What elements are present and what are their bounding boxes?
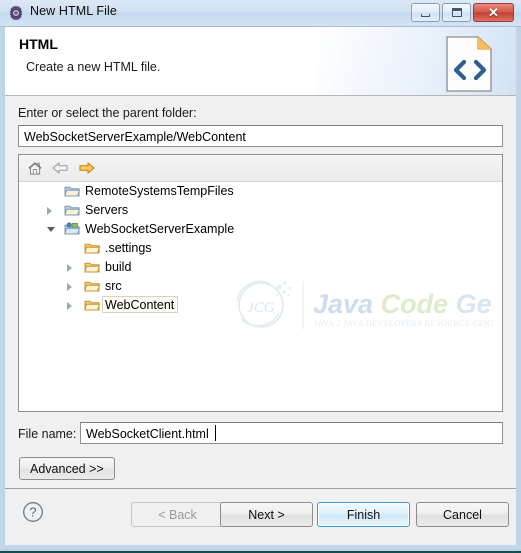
dialog-button-bar: ? < Back Next > Finish Cancel [5,488,516,545]
tree-toolbar [19,155,502,182]
back-arrow-icon [50,159,70,177]
tree-item-build[interactable]: build [19,258,502,277]
window-frame-bottom [0,545,521,553]
tree-item-label: build [105,260,132,274]
dialog-body: Enter or select the parent folder: WebSo… [5,96,516,488]
page-subtitle: Create a new HTML file. [26,60,161,74]
chevron-right-icon[interactable] [47,207,52,215]
folder-icon [84,241,101,255]
page-title: HTML [19,36,58,52]
svg-text:?: ? [30,506,37,520]
minimize-button[interactable] [411,3,440,22]
folder-blue-icon [64,203,81,217]
title-bar: New HTML File ✕ [0,0,521,27]
close-button[interactable]: ✕ [473,3,514,22]
chevron-right-icon[interactable] [67,302,72,310]
maximize-button[interactable] [442,3,471,22]
minimize-icon [412,4,439,21]
maximize-icon [443,4,470,21]
home-icon[interactable] [25,159,45,177]
help-question-icon[interactable]: ? [22,501,44,523]
window-title: New HTML File [30,4,117,18]
tree-item-remotesystemstempfiles[interactable]: RemoteSystemsTempFiles [19,182,502,201]
finish-button[interactable]: Finish [317,502,410,527]
tree-item-label: src [105,279,122,293]
new-html-file-dialog: New HTML File ✕ HTML Create a new HTML f… [0,0,521,553]
project-icon [64,222,81,236]
folder-tree[interactable]: RemoteSystemsTempFiles Servers WebSocketSe… [19,182,502,411]
tree-item-websocketserverexample[interactable]: WebSocketServerExample [19,220,502,239]
gear-icon [8,5,24,21]
html-document-icon [444,35,496,93]
parent-folder-input[interactable] [18,125,503,147]
chevron-down-icon[interactable] [47,227,55,232]
tree-item-label: RemoteSystemsTempFiles [85,184,234,198]
tree-item-webcontent[interactable]: WebContent [19,296,502,315]
folder-tree-panel: RemoteSystemsTempFiles Servers WebSocketSe… [18,154,503,412]
tree-item-label: WebContent [102,296,179,313]
tree-item-settings[interactable]: .settings [19,239,502,258]
dialog-header: HTML Create a new HTML file. [5,27,516,96]
advanced-button[interactable]: Advanced >> [19,457,115,480]
tree-item-label: WebSocketServerExample [85,222,235,236]
file-name-label: File name: [18,427,77,441]
parent-folder-label: Enter or select the parent folder: [18,106,197,120]
folder-icon [84,298,101,312]
back-button[interactable]: < Back [131,502,224,527]
folder-blue-icon [64,184,81,198]
chevron-right-icon[interactable] [67,264,72,272]
forward-arrow-icon[interactable] [77,159,97,177]
folder-icon [84,279,101,293]
window-frame-right [516,0,521,553]
tree-item-label: .settings [105,241,152,255]
tree-item-label: Servers [85,203,129,217]
next-button[interactable]: Next > [220,502,313,527]
tree-item-src[interactable]: src [19,277,502,296]
folder-icon [84,260,101,274]
close-icon: ✕ [488,5,499,20]
chevron-right-icon[interactable] [67,283,72,291]
text-caret [214,425,216,441]
tree-item-servers[interactable]: Servers [19,201,502,220]
file-name-input[interactable] [80,422,503,444]
cancel-button[interactable]: Cancel [416,502,509,527]
